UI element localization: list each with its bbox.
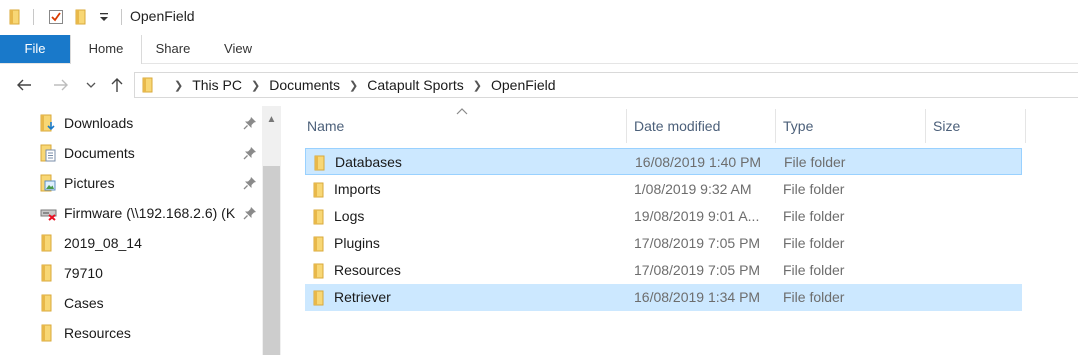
pin-icon[interactable] [243, 116, 257, 130]
sidebar-item-documents[interactable]: Documents [40, 140, 260, 166]
forward-button[interactable] [50, 74, 72, 96]
file-date-modified: 16/08/2019 1:34 PM [634, 289, 761, 305]
breadcrumb: ❯ This PC ❯ Documents ❯ Catapult Sports … [165, 73, 556, 97]
sidebar-item-2019-08-14[interactable]: 2019_08_14 [40, 230, 260, 256]
recent-locations-button[interactable] [82, 74, 100, 96]
tab-file[interactable]: File [0, 35, 70, 63]
folder-icon [313, 236, 324, 252]
file-row[interactable]: Retriever 16/08/2019 1:34 PM File folder [305, 284, 1022, 311]
chevron-right-icon[interactable]: ❯ [174, 79, 183, 92]
sidebar-item-resources[interactable]: Resources [40, 320, 260, 346]
folder-icon [313, 182, 324, 198]
customize-quick-access-icon[interactable] [97, 8, 111, 26]
file-row[interactable]: Imports 1/08/2019 9:32 AM File folder [305, 176, 1022, 203]
file-type: File folder [784, 154, 846, 170]
column-header-date-modified[interactable]: Date modified [634, 109, 720, 143]
sidebar-item-label: 79710 [64, 265, 103, 281]
folder-icon [142, 77, 154, 96]
downloads-folder-icon [40, 114, 55, 132]
disconnected-network-drive-icon [40, 209, 57, 221]
file-type: File folder [783, 208, 845, 224]
file-type: File folder [783, 181, 845, 197]
folder-icon [41, 294, 52, 312]
folder-icon [41, 324, 52, 342]
file-list: Name Date modified Type Size Databases 1… [281, 106, 1078, 355]
folder-icon [313, 209, 324, 225]
chevron-right-icon[interactable]: ❯ [349, 79, 358, 92]
file-type: File folder [783, 262, 845, 278]
pin-icon[interactable] [243, 146, 257, 160]
breadcrumb-documents[interactable]: Documents [269, 77, 340, 93]
address-bar[interactable]: ❯ This PC ❯ Documents ❯ Catapult Sports … [134, 72, 1078, 98]
folder-icon [8, 8, 22, 26]
file-row[interactable]: Plugins 17/08/2019 7:05 PM File folder [305, 230, 1022, 257]
pin-icon[interactable] [243, 206, 257, 220]
sidebar-item-label: Firmware (\\192.168.2.6) (K [64, 205, 236, 221]
documents-folder-icon [40, 144, 56, 162]
file-date-modified: 17/08/2019 7:05 PM [634, 235, 761, 251]
file-type: File folder [783, 289, 845, 305]
column-header-name[interactable]: Name [307, 109, 344, 143]
navigation-pane: Downloads Documents Pictures Firmware (\… [0, 106, 281, 355]
sidebar-item-pictures[interactable]: Pictures [40, 170, 260, 196]
breadcrumb-this-pc[interactable]: This PC [192, 77, 242, 93]
file-date-modified: 1/08/2019 9:32 AM [634, 181, 752, 197]
file-name: Retriever [334, 289, 391, 305]
file-name: Databases [335, 154, 402, 170]
column-header-size[interactable]: Size [933, 109, 960, 143]
breadcrumb-catapult-sports[interactable]: Catapult Sports [367, 77, 464, 93]
chevron-right-icon[interactable]: ❯ [473, 79, 482, 92]
file-row[interactable]: Databases 16/08/2019 1:40 PM File folder [305, 148, 1022, 175]
file-date-modified: 17/08/2019 7:05 PM [634, 262, 761, 278]
file-name: Plugins [334, 235, 380, 251]
sidebar-item-label: 2019_08_14 [64, 235, 142, 251]
navigation-bar: ❯ This PC ❯ Documents ❯ Catapult Sports … [0, 64, 1078, 106]
ribbon: File Home Share View [0, 35, 1078, 64]
folder-icon [314, 155, 325, 171]
file-name: Imports [334, 181, 381, 197]
sidebar-item-downloads[interactable]: Downloads [40, 110, 260, 136]
file-name: Resources [334, 262, 401, 278]
up-button[interactable] [106, 74, 128, 96]
sidebar-item-label: Downloads [64, 115, 134, 131]
folder-icon [313, 290, 324, 306]
tab-view[interactable]: View [218, 35, 258, 63]
sidebar-item-label: Cases [64, 295, 104, 311]
scroll-up-arrow-icon[interactable]: ▲ [262, 112, 281, 126]
file-name: Logs [334, 208, 365, 224]
sidebar-item-label: Documents [64, 145, 135, 161]
folder-icon [41, 264, 52, 282]
breadcrumb-openfield[interactable]: OpenField [491, 77, 556, 93]
column-header-type[interactable]: Type [783, 109, 813, 143]
pin-icon[interactable] [243, 176, 257, 190]
tab-home[interactable]: Home [70, 35, 142, 64]
pictures-folder-icon [40, 174, 56, 192]
new-folder-icon[interactable] [74, 8, 88, 26]
folder-icon [313, 263, 324, 279]
sidebar-item-firmware[interactable]: Firmware (\\192.168.2.6) (K [40, 200, 260, 226]
file-date-modified: 16/08/2019 1:40 PM [635, 154, 762, 170]
scrollbar-thumb[interactable] [263, 166, 280, 355]
properties-icon[interactable] [46, 8, 66, 26]
sidebar-item-79710[interactable]: 79710 [40, 260, 260, 286]
file-date-modified: 19/08/2019 9:01 A... [634, 208, 760, 224]
back-button[interactable] [13, 74, 35, 96]
chevron-right-icon[interactable]: ❯ [251, 79, 260, 92]
file-type: File folder [783, 235, 845, 251]
folder-icon [41, 234, 52, 252]
tab-share[interactable]: Share [148, 35, 198, 63]
navigation-pane-scrollbar[interactable]: ▲ [262, 106, 281, 355]
title-bar: OpenField [0, 0, 1078, 35]
sidebar-item-label: Resources [64, 325, 131, 341]
sidebar-item-label: Pictures [64, 175, 115, 191]
window-title: OpenField [130, 8, 195, 24]
sidebar-item-cases[interactable]: Cases [40, 290, 260, 316]
sort-ascending-icon [456, 106, 468, 118]
file-row[interactable]: Resources 17/08/2019 7:05 PM File folder [305, 257, 1022, 284]
file-row[interactable]: Logs 19/08/2019 9:01 A... File folder [305, 203, 1022, 230]
